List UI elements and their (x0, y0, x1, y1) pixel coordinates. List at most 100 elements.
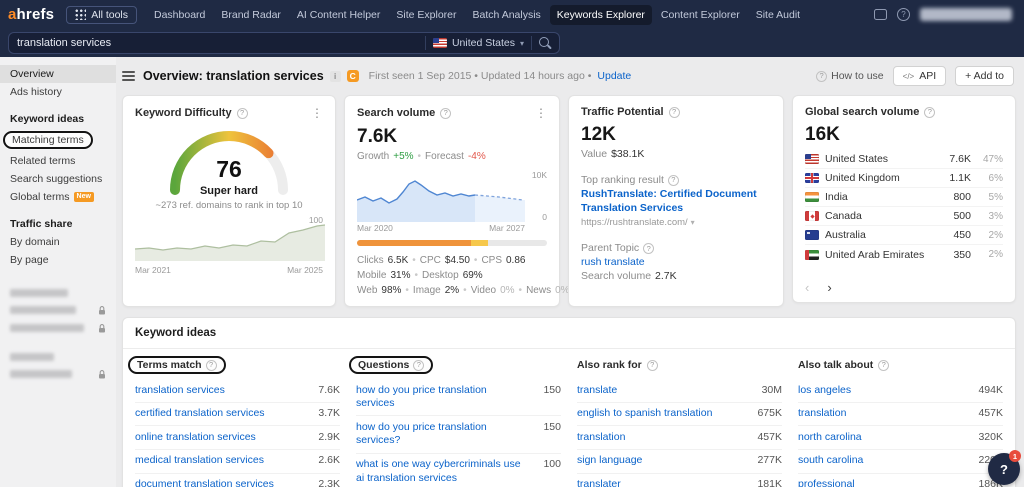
keyword-link[interactable]: los angeles (798, 384, 851, 398)
country-name[interactable]: Canada (825, 210, 931, 222)
keyword-row: online translation services 2.9K (135, 426, 340, 450)
country-name[interactable]: Australia (825, 229, 931, 241)
api-label: API (919, 70, 937, 82)
country-name-text: India (825, 191, 848, 203)
country-volume: 350 (953, 248, 971, 261)
help-icon[interactable]: ? (643, 242, 655, 254)
redacted-label (10, 370, 72, 378)
search-input[interactable] (17, 37, 418, 49)
nav-item-dashboard[interactable]: Dashboard (147, 5, 212, 25)
nav-item-site-explorer[interactable]: Site Explorer (389, 5, 463, 25)
country-name[interactable]: India (825, 191, 931, 203)
keyword-volume: 277K (757, 454, 782, 467)
help-icon[interactable]: ? (205, 359, 217, 371)
help-icon[interactable]: ? (646, 359, 658, 371)
keyword-link[interactable]: translater (577, 478, 621, 487)
keyword-volume: 675K (757, 407, 782, 420)
bullet: • (417, 151, 422, 162)
keyword-link[interactable]: sign language (577, 454, 642, 468)
top-ranking-result-link[interactable]: RushTranslate: Certified Document Transl… (569, 186, 779, 215)
keyword-link[interactable]: medical translation services (135, 454, 264, 468)
parent-topic-link[interactable]: rush translate (569, 254, 783, 268)
nav-item-keywords-explorer[interactable]: Keywords Explorer (549, 4, 652, 25)
keyword-link[interactable]: how do you price translation services (356, 384, 521, 411)
country-selector[interactable]: United States ▾ (432, 37, 524, 49)
add-to-button[interactable]: + Add to (955, 66, 1014, 86)
keyword-link[interactable]: translation services (135, 384, 225, 398)
nav-item-brand-radar[interactable]: Brand Radar (214, 5, 288, 25)
keyword-volume: 181K (757, 478, 782, 487)
message-icon[interactable] (874, 9, 887, 20)
stat-line: Clicks 6.5K • CPC $4.50 • CPS 0.86 (357, 255, 547, 266)
stat-label: Desktop (422, 270, 459, 281)
flag-au-icon (805, 230, 819, 240)
sidebar-item-matching-terms[interactable]: Matching terms (0, 128, 116, 152)
nav-item-ai-content-helper[interactable]: AI Content Helper (290, 5, 387, 25)
keyword-link[interactable]: translation (577, 431, 625, 445)
top-ranking-label: Top ranking result (581, 174, 664, 186)
keyword-volume: 457K (978, 407, 1003, 420)
sidebar-item-search-suggestions[interactable]: Search suggestions (0, 170, 116, 188)
api-button[interactable]: </> API (892, 66, 947, 86)
kebab-menu-icon[interactable]: ⋮ (311, 106, 323, 120)
sidebar-item-related-terms[interactable]: Related terms (0, 152, 116, 170)
keyword-link[interactable]: document translation services (135, 478, 274, 487)
next-page-button[interactable]: › (827, 281, 831, 294)
info-icon[interactable]: i (329, 70, 341, 82)
keyword-search-box[interactable]: United States ▾ (8, 32, 560, 54)
clicks-segment (471, 240, 489, 246)
stat-value: 0.86 (506, 255, 526, 266)
country-percent: 5% (988, 191, 1003, 203)
sidebar-item-overview[interactable]: Overview (0, 65, 116, 83)
c-badge-icon[interactable]: C (346, 70, 359, 82)
sidebar-item-by-page[interactable]: By page (0, 251, 116, 269)
country-name[interactable]: United States (825, 153, 931, 165)
prev-page-button[interactable]: ‹ (805, 281, 809, 294)
keyword-link[interactable]: translate (577, 384, 617, 398)
kebab-menu-icon[interactable]: ⋮ (535, 106, 547, 120)
keyword-link[interactable]: certified translation services (135, 407, 265, 421)
help-icon[interactable]: ? (440, 107, 452, 119)
help-icon[interactable]: ? (413, 359, 425, 371)
keyword-link[interactable]: translation (798, 407, 846, 421)
stat-value: 0% (500, 285, 515, 296)
parent-topic-label-line: Parent Topic ? (569, 240, 783, 254)
help-icon[interactable]: ? (667, 174, 679, 186)
keyword-link[interactable]: how do you price translation services? (356, 421, 521, 448)
how-to-use-link[interactable]: ? How to use (816, 70, 884, 82)
keyword-volume: 2.6K (318, 454, 340, 467)
keyword-link[interactable]: north carolina (798, 431, 862, 445)
card-header: Keyword Difficulty ? ⋮ (123, 96, 335, 120)
all-tools-button[interactable]: All tools (66, 5, 137, 24)
help-fab-button[interactable]: ? 1 (988, 450, 1021, 485)
nav-item-batch-analysis[interactable]: Batch Analysis (466, 5, 548, 25)
support-icon[interactable]: ? (897, 8, 910, 21)
help-icon[interactable]: ? (878, 359, 890, 371)
keyword-link[interactable]: what is one way cybercriminals use ai tr… (356, 458, 521, 485)
ideas-column-title: Terms match? (128, 356, 226, 374)
keyword-link[interactable]: professional (798, 478, 855, 487)
keyword-link[interactable]: online translation services (135, 431, 256, 445)
country-name[interactable]: United Arab Emirates (825, 248, 931, 261)
help-icon[interactable]: ? (236, 107, 248, 119)
nav-item-site-audit[interactable]: Site Audit (749, 5, 807, 25)
keyword-link[interactable]: english to spanish translation (577, 407, 712, 421)
sidebar-item-ads-history[interactable]: Ads history (0, 83, 116, 101)
help-icon[interactable]: ? (924, 106, 936, 118)
update-link[interactable]: Update (597, 70, 631, 82)
account-name-redacted[interactable] (920, 8, 1012, 21)
country-name[interactable]: United Kingdom (825, 172, 931, 184)
search-icon[interactable] (539, 37, 551, 49)
stat-line: Web 98% • Image 2% • Video 0% • News 0% (357, 285, 570, 296)
first-seen-meta: First seen 1 Sep 2015 • Updated 14 hours… (368, 70, 592, 82)
new-badge: New (73, 191, 94, 203)
help-icon[interactable]: ? (668, 106, 680, 118)
sidebar-item-by-domain[interactable]: By domain (0, 233, 116, 251)
keyword-link[interactable]: south carolina (798, 454, 863, 468)
ahrefs-logo[interactable]: ahrefs (8, 6, 54, 23)
hamburger-icon[interactable] (122, 71, 135, 81)
sidebar-item-label: By domain (10, 236, 60, 248)
nav-item-content-explorer[interactable]: Content Explorer (654, 5, 747, 25)
top-ranking-url[interactable]: https://rushtranslate.com/ ▾ (569, 215, 783, 228)
sidebar-item-global-terms[interactable]: Global terms New (0, 188, 116, 206)
